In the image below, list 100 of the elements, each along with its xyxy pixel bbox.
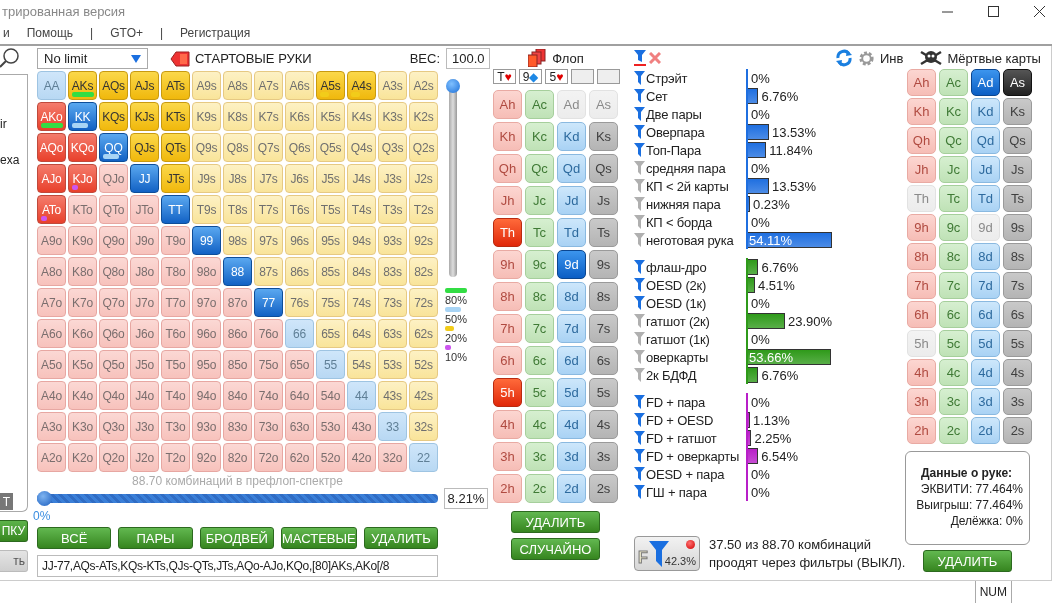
hand-cell[interactable]: 53o	[316, 412, 345, 441]
hand-cell[interactable]: 82s	[409, 257, 438, 286]
hand-cell[interactable]: Q3o	[99, 412, 128, 441]
filter-icon[interactable]	[634, 50, 646, 66]
card[interactable]: 5d	[971, 330, 1000, 357]
hand-cell[interactable]: Q2s	[409, 133, 438, 162]
hand-cell[interactable]: 54s	[347, 350, 376, 379]
refresh-icon[interactable]	[835, 49, 853, 67]
hand-cell[interactable]: Q6o	[99, 319, 128, 348]
hand-cell[interactable]: 83o	[223, 412, 252, 441]
hand-cell[interactable]: 65o	[285, 350, 314, 379]
stat-label[interactable]: оверкарты	[646, 349, 709, 365]
hand-cell[interactable]: 88	[223, 257, 252, 286]
hand-cell[interactable]: 98o	[192, 257, 221, 286]
hand-cell[interactable]: KQo	[68, 133, 97, 162]
hand-cell[interactable]: T7o	[161, 288, 190, 317]
hand-cell[interactable]: A3s	[378, 71, 407, 100]
hand-cell[interactable]: T6s	[285, 195, 314, 224]
hand-cell[interactable]: KTs	[161, 102, 190, 131]
flop-button[interactable]: СЛУЧАЙНО	[511, 538, 600, 560]
hand-cell[interactable]: 43o	[347, 412, 376, 441]
hand-cell[interactable]: T5o	[161, 350, 190, 379]
hand-cell[interactable]: A4o	[37, 381, 66, 410]
card[interactable]: Td	[971, 185, 1000, 212]
hand-cell[interactable]: 85o	[223, 350, 252, 379]
hand-cell[interactable]: K6o	[68, 319, 97, 348]
hand-cell[interactable]: 93o	[192, 412, 221, 441]
hand-cell[interactable]: 54o	[316, 381, 345, 410]
card[interactable]: Js	[1003, 156, 1032, 183]
hand-cell[interactable]: A9s	[192, 71, 221, 100]
hand-cell[interactable]: KTo	[68, 195, 97, 224]
card[interactable]: 2d	[557, 474, 586, 503]
card[interactable]: 6h	[907, 301, 936, 328]
hand-cell[interactable]: 77	[254, 288, 283, 317]
card[interactable]: As	[1003, 69, 1032, 96]
hand-cell[interactable]: K8s	[223, 102, 252, 131]
hand-cell[interactable]: J2o	[130, 443, 159, 472]
hand-cell[interactable]: 63s	[378, 319, 407, 348]
hand-cell[interactable]: JJ	[130, 164, 159, 193]
card[interactable]: 5s	[589, 378, 618, 407]
hand-cell[interactable]: 75s	[316, 288, 345, 317]
filter-icon[interactable]	[634, 71, 645, 85]
card[interactable]: 9h	[493, 250, 522, 279]
hand-cell[interactable]: AA	[37, 71, 66, 100]
stat-label[interactable]: гатшот (2к)	[646, 313, 710, 329]
hand-cell[interactable]: K9o	[68, 226, 97, 255]
hand-cell[interactable]: 55	[316, 350, 345, 379]
card[interactable]: 4s	[589, 410, 618, 439]
card[interactable]: 7c	[525, 314, 554, 343]
stat-label[interactable]: FD + гатшот	[646, 430, 717, 446]
hand-cell[interactable]: QJs	[130, 133, 159, 162]
card[interactable]: Kh	[493, 122, 522, 151]
hand-cell[interactable]: 87o	[223, 288, 252, 317]
hand-cell[interactable]: A8o	[37, 257, 66, 286]
range-button[interactable]: ВСЁ	[37, 527, 112, 549]
hand-cell[interactable]: T8s	[223, 195, 252, 224]
hand-cell[interactable]: A6o	[37, 319, 66, 348]
card[interactable]: Jh	[493, 186, 522, 215]
card[interactable]: 2c	[939, 417, 968, 444]
hand-cell[interactable]: J5o	[130, 350, 159, 379]
card[interactable]: 7h	[907, 272, 936, 299]
card[interactable]: 5d	[557, 378, 586, 407]
stat-label[interactable]: КП < 2й карты	[646, 178, 729, 194]
hand-cell[interactable]: 32s	[409, 412, 438, 441]
card[interactable]: 4c	[939, 359, 968, 386]
stat-label[interactable]: Две пары	[646, 106, 702, 122]
hand-cell[interactable]: K3o	[68, 412, 97, 441]
hand-cell[interactable]: J3s	[378, 164, 407, 193]
stat-label[interactable]: FD + оверкарты	[646, 448, 740, 464]
hand-cell[interactable]: Q4o	[99, 381, 128, 410]
card[interactable]: 8c	[525, 282, 554, 311]
filter-icon[interactable]	[634, 296, 645, 310]
board-card[interactable]: 5♥	[545, 69, 568, 84]
hand-cell[interactable]: 95s	[316, 226, 345, 255]
hand-cell[interactable]: J7o	[130, 288, 159, 317]
hand-cell[interactable]: 72s	[409, 288, 438, 317]
hand-cell[interactable]: TT	[161, 195, 190, 224]
card[interactable]: 3d	[971, 388, 1000, 415]
menu-item[interactable]: Помощь	[26, 26, 74, 40]
hand-cell[interactable]: Q7s	[254, 133, 283, 162]
hand-cell[interactable]: 43s	[378, 381, 407, 410]
hand-cell[interactable]: KQs	[99, 102, 128, 131]
hand-cell[interactable]: T3s	[378, 195, 407, 224]
clear-icon[interactable]	[649, 52, 661, 64]
hand-cell[interactable]: T6o	[161, 319, 190, 348]
card[interactable]: 3c	[939, 388, 968, 415]
card[interactable]: 2h	[907, 417, 936, 444]
card[interactable]: Jc	[939, 156, 968, 183]
hand-cell[interactable]: QQ	[99, 133, 128, 162]
stat-label[interactable]: гатшот (1к)	[646, 331, 710, 347]
hand-cell[interactable]: A2o	[37, 443, 66, 472]
hand-cell[interactable]: 44	[347, 381, 376, 410]
card[interactable]: 6c	[939, 301, 968, 328]
card[interactable]: Ks	[589, 122, 618, 151]
filter-icon[interactable]	[634, 125, 645, 139]
card[interactable]: 9s	[1003, 214, 1032, 241]
hand-cell[interactable]: 53s	[378, 350, 407, 379]
card[interactable]: Ad	[971, 69, 1000, 96]
hand-cell[interactable]: K4s	[347, 102, 376, 131]
hand-cell[interactable]: AJo	[37, 164, 66, 193]
